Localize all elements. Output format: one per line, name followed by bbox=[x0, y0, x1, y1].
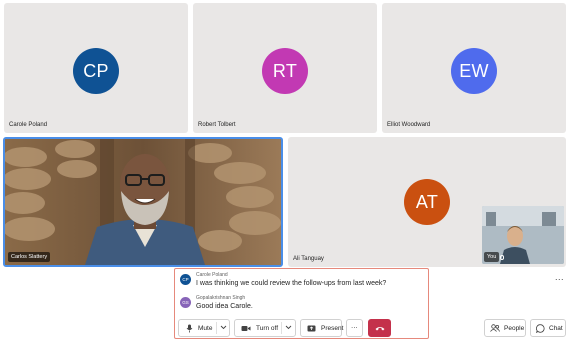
self-view-label: You bbox=[484, 252, 500, 262]
participant-video-tile-carlos[interactable]: Carlos Slattery bbox=[3, 137, 283, 267]
present-button[interactable]: Present bbox=[300, 319, 344, 337]
avatar: EW bbox=[451, 48, 497, 94]
participant-name: Carole Poland bbox=[9, 122, 48, 128]
people-icon bbox=[490, 324, 500, 332]
chevron-down-icon[interactable] bbox=[285, 325, 292, 330]
message-text: Good idea Carole. bbox=[196, 303, 253, 310]
avatar: GS bbox=[180, 297, 191, 308]
message-author: Carole Poland bbox=[196, 272, 228, 278]
people-label: People bbox=[504, 324, 525, 332]
self-view[interactable]: You bbox=[482, 206, 564, 264]
avatar: CP bbox=[73, 48, 119, 94]
share-screen-icon bbox=[307, 325, 316, 332]
present-label: Present bbox=[321, 324, 344, 332]
camera-button[interactable]: Turn off bbox=[234, 319, 296, 337]
chat-label: Chat bbox=[549, 324, 563, 332]
chat-button[interactable]: Chat bbox=[530, 319, 566, 337]
mute-button[interactable]: Mute bbox=[178, 319, 230, 337]
mute-label: Mute bbox=[198, 324, 213, 332]
participant-name: Carlos Slattery bbox=[8, 252, 51, 262]
participant-name: Elliot Woodward bbox=[387, 122, 431, 128]
stage-more-options-button[interactable]: ... bbox=[555, 272, 564, 282]
hang-up-icon bbox=[375, 326, 385, 331]
avatar: CP bbox=[180, 274, 191, 285]
participant-name: Robert Tolbert bbox=[198, 122, 236, 128]
people-button[interactable]: People bbox=[484, 319, 526, 337]
hang-up-button[interactable] bbox=[368, 319, 391, 337]
video-camera-icon bbox=[241, 325, 251, 332]
microphone-off-icon bbox=[500, 255, 504, 260]
chat-overlay: CP Carole Poland I was thinking we could… bbox=[174, 268, 429, 339]
avatar: RT bbox=[262, 48, 308, 94]
participant-video-image bbox=[5, 139, 281, 265]
message-author: Gopalakrishnan Singh bbox=[196, 295, 246, 301]
message-text: I was thinking we could review the follo… bbox=[196, 280, 387, 287]
camera-label: Turn off bbox=[256, 324, 279, 332]
participant-tile-carole[interactable]: CP Carole Poland bbox=[4, 3, 188, 133]
avatar: AT bbox=[404, 179, 450, 225]
participant-tile-elliot[interactable]: EW Elliot Woodward bbox=[382, 3, 566, 133]
participant-tile-robert[interactable]: RT Robert Tolbert bbox=[193, 3, 377, 133]
more-icon: ... bbox=[351, 323, 358, 330]
chat-icon bbox=[536, 323, 545, 333]
chevron-down-icon[interactable] bbox=[220, 325, 227, 330]
participant-name: Ali Tanguay bbox=[293, 256, 324, 262]
more-options-button[interactable]: ... bbox=[346, 319, 363, 337]
microphone-icon bbox=[186, 324, 193, 333]
